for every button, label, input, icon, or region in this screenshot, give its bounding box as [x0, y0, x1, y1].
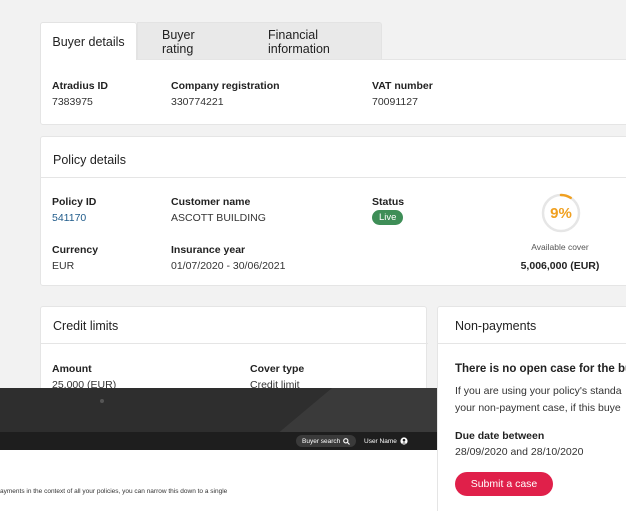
vat-number-label: VAT number	[372, 80, 433, 92]
no-open-case-heading: There is no open case for the bu	[455, 363, 626, 375]
buyer-details-card	[40, 59, 626, 125]
amount-label: Amount	[52, 363, 92, 375]
submit-case-button[interactable]: Submit a case	[455, 472, 553, 496]
non-payments-title: Non-payments	[455, 319, 537, 333]
policy-id-label: Policy ID	[52, 196, 97, 208]
search-icon	[343, 437, 351, 445]
currency-value: EUR	[52, 260, 75, 272]
available-cover-value: 5,006,000 (EUR)	[520, 260, 600, 272]
laptop-user-menu[interactable]: User Name	[364, 435, 408, 447]
laptop-screen-text: ayments in the context of all your polic…	[0, 488, 228, 495]
laptop-mockup: Buyer search User Name ayments in the co…	[0, 388, 437, 511]
tab-buyer-details[interactable]: Buyer details	[40, 22, 137, 60]
vat-number-value: 70091127	[372, 96, 418, 108]
available-cover-label: Available cover	[531, 242, 589, 252]
gauge-percentage: 9%	[550, 204, 572, 222]
cover-type-label: Cover type	[250, 363, 305, 375]
non-payments-divider	[438, 343, 626, 344]
due-date-value: 28/09/2020 and 28/10/2020	[455, 446, 584, 458]
status-label: Status	[372, 196, 405, 208]
policy-divider	[41, 177, 626, 178]
user-icon	[400, 437, 408, 445]
policy-details-title: Policy details	[53, 153, 126, 167]
credit-limits-title: Credit limits	[53, 319, 119, 333]
policy-id-link[interactable]: 541170	[52, 212, 86, 224]
currency-label: Currency	[52, 244, 99, 256]
non-payment-text-line1: If you are using your policy's standa	[455, 385, 622, 397]
customer-name-label: Customer name	[171, 196, 251, 208]
tab-financial-information[interactable]: Financial information	[268, 28, 381, 56]
customer-name-value: ASCOTT BUILDING	[171, 212, 266, 224]
company-registration-value: 330774221	[171, 96, 224, 108]
status-badge: Live	[372, 210, 404, 225]
non-payment-text-line2: your non-payment case, if this buye	[455, 402, 621, 414]
laptop-screen	[0, 450, 437, 511]
tab-group-inactive: Buyer rating Financial information	[137, 22, 382, 60]
tab-buyer-rating[interactable]: Buyer rating	[162, 28, 228, 56]
company-registration-label: Company registration	[171, 80, 280, 92]
due-date-label: Due date between	[455, 430, 545, 442]
insurance-year-label: Insurance year	[171, 244, 246, 256]
laptop-user-name-label: User Name	[364, 437, 397, 445]
laptop-buyer-search-label: Buyer search	[302, 437, 341, 445]
atradius-id-label: Atradius ID	[52, 80, 109, 92]
webcam-icon	[100, 399, 104, 403]
laptop-buyer-search-button[interactable]: Buyer search	[296, 435, 357, 447]
insurance-year-value: 01/07/2020 - 30/06/2021	[171, 260, 286, 272]
atradius-id-value: 7383975	[52, 96, 93, 108]
credit-divider	[41, 343, 428, 344]
tab-buyer-details-label: Buyer details	[52, 34, 125, 49]
